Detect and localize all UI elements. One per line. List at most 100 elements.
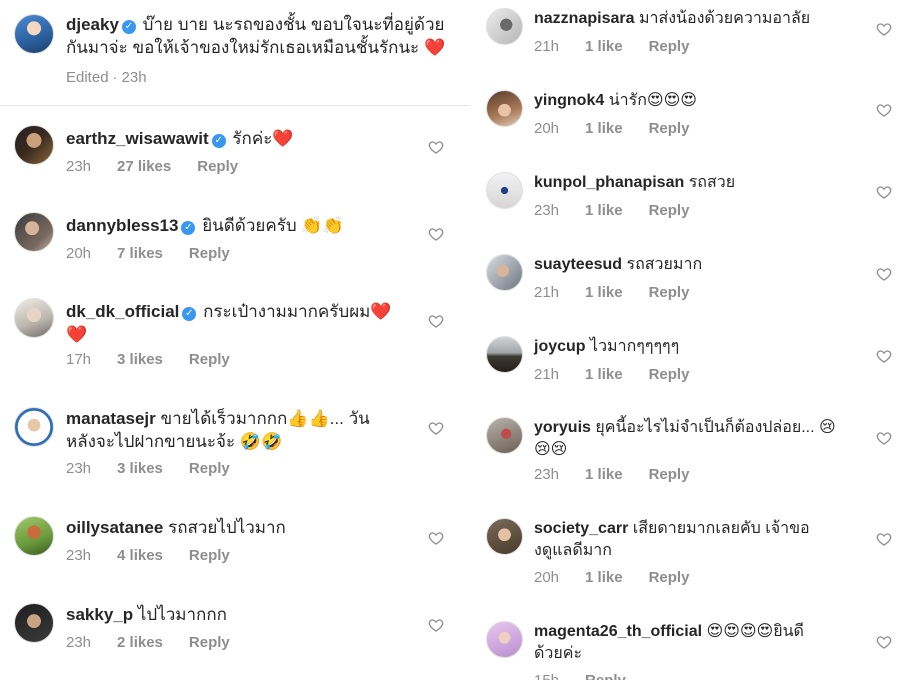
comment-username[interactable]: oillysatanee bbox=[66, 518, 163, 537]
comment-username[interactable]: earthz_wisawawit bbox=[66, 129, 209, 148]
avatar[interactable] bbox=[486, 518, 523, 555]
comment-meta: 23h 27 likes Reply bbox=[66, 158, 264, 175]
comment-username[interactable]: magenta26_th_official bbox=[534, 623, 702, 640]
comment-time: 23h bbox=[534, 202, 560, 219]
comment-username[interactable]: manatasejr bbox=[66, 409, 156, 428]
comment-text: magenta26_th_official 😍😍😍😍ยินดี ด้วยค่ะ bbox=[534, 621, 804, 665]
reply-button[interactable]: Reply bbox=[649, 569, 690, 586]
avatar[interactable] bbox=[14, 603, 54, 643]
comment-likes[interactable]: 1 like bbox=[585, 366, 623, 383]
caption-username[interactable]: djeaky bbox=[66, 15, 119, 34]
reply-button[interactable]: Reply bbox=[189, 460, 230, 477]
comment-likes[interactable]: 27 likes bbox=[117, 158, 171, 175]
heart-icon[interactable] bbox=[876, 634, 894, 652]
avatar[interactable] bbox=[14, 14, 54, 54]
comment-likes[interactable]: 1 like bbox=[585, 284, 623, 301]
verified-badge-icon: ✓ bbox=[181, 221, 196, 235]
comment-time: 21h bbox=[534, 38, 560, 55]
comment-username[interactable]: yoryuis bbox=[534, 419, 591, 436]
reply-button[interactable]: Reply bbox=[649, 202, 690, 219]
heart-icon[interactable] bbox=[428, 617, 446, 635]
comment-likes[interactable]: 3 likes bbox=[117, 460, 163, 477]
comment-likes[interactable]: 3 likes bbox=[117, 351, 163, 368]
avatar[interactable] bbox=[486, 417, 523, 454]
comment-body: ขายได้เร็วมากกก👍👍... วัน bbox=[160, 409, 370, 428]
heart-icon[interactable] bbox=[428, 530, 446, 548]
reply-button[interactable]: Reply bbox=[649, 284, 690, 301]
reply-button[interactable]: Reply bbox=[585, 672, 626, 680]
avatar[interactable] bbox=[486, 621, 523, 658]
comment-meta: 15h Reply bbox=[534, 672, 652, 680]
caption-text: djeaky ✓ บ๊าย บาย นะรถของชั้น ขอบใจนะที่อ… bbox=[66, 13, 445, 59]
comment-username[interactable]: society_carr bbox=[534, 520, 628, 537]
reply-button[interactable]: Reply bbox=[649, 466, 690, 483]
comment-username[interactable]: dk_dk_official bbox=[66, 302, 179, 321]
comment-text: manatasejr ขายได้เร็วมากกก👍👍... วัน หลัง… bbox=[66, 407, 370, 453]
avatar[interactable] bbox=[486, 336, 523, 373]
comments-column-right: nazznapisara มาส่งน้องด้วยความอาลัย 21h 1… bbox=[470, 0, 916, 680]
heart-icon[interactable] bbox=[876, 266, 894, 284]
comment-text: yoryuis ยุคนี้อะไรไม่จำเป็นก็ต้องปล่อย..… bbox=[534, 417, 836, 461]
avatar[interactable] bbox=[486, 172, 523, 209]
comment-username[interactable]: yingnok4 bbox=[534, 92, 604, 109]
heart-icon[interactable] bbox=[428, 313, 446, 331]
comment-likes[interactable]: 1 like bbox=[585, 466, 623, 483]
comment-username[interactable]: nazznapisara bbox=[534, 10, 634, 27]
comment-time: 23h bbox=[66, 547, 92, 564]
reply-button[interactable]: Reply bbox=[649, 366, 690, 383]
comment-body-line2: ❤️ bbox=[66, 325, 88, 344]
reply-button[interactable]: Reply bbox=[189, 245, 230, 262]
comment-body-line2: งดูแลดีมาก bbox=[534, 542, 612, 559]
comment-body: มาส่งน้องด้วยความอาลัย bbox=[638, 10, 811, 27]
heart-icon[interactable] bbox=[428, 420, 446, 438]
avatar[interactable] bbox=[14, 298, 54, 338]
comment-meta: 20h 1 like Reply bbox=[534, 120, 715, 137]
heart-icon[interactable] bbox=[876, 184, 894, 202]
comment-body: เสียดายมากเลยคับ เจ้าขอ bbox=[632, 520, 810, 537]
avatar[interactable] bbox=[486, 90, 523, 127]
reply-button[interactable]: Reply bbox=[649, 120, 690, 137]
comment-likes[interactable]: 1 like bbox=[585, 38, 623, 55]
heart-icon[interactable] bbox=[428, 139, 446, 157]
comment-meta: 17h 3 likes Reply bbox=[66, 351, 256, 368]
comment-text: dannybless13 ✓ ยินดีด้วยครับ 👏👏 bbox=[66, 214, 344, 237]
comment-username[interactable]: suayteesud bbox=[534, 256, 622, 273]
comment-likes[interactable]: 7 likes bbox=[117, 245, 163, 262]
reply-button[interactable]: Reply bbox=[189, 351, 230, 368]
comment-username[interactable]: sakky_p bbox=[66, 605, 133, 624]
edited-label: Edited bbox=[66, 69, 109, 86]
comment-likes[interactable]: 1 like bbox=[585, 202, 623, 219]
comment-meta: 21h 1 like Reply bbox=[534, 38, 715, 55]
comment-username[interactable]: kunpol_phanapisan bbox=[534, 174, 684, 191]
avatar[interactable] bbox=[486, 8, 523, 45]
comment-likes[interactable]: 1 like bbox=[585, 120, 623, 137]
avatar[interactable] bbox=[14, 125, 54, 165]
comment-username[interactable]: dannybless13 bbox=[66, 216, 178, 235]
reply-button[interactable]: Reply bbox=[197, 158, 238, 175]
heart-icon[interactable] bbox=[876, 21, 894, 39]
reply-button[interactable]: Reply bbox=[189, 634, 230, 651]
comment-text: earthz_wisawawit ✓ รักค่ะ❤️ bbox=[66, 127, 294, 150]
comment-likes[interactable]: 1 like bbox=[585, 569, 623, 586]
avatar[interactable] bbox=[14, 516, 54, 556]
heart-icon[interactable] bbox=[876, 102, 894, 120]
comment-text: suayteesud รถสวยมาก bbox=[534, 254, 702, 276]
reply-button[interactable]: Reply bbox=[649, 38, 690, 55]
avatar[interactable] bbox=[486, 254, 523, 291]
avatar[interactable] bbox=[14, 407, 54, 447]
heart-icon[interactable] bbox=[876, 348, 894, 366]
comment-meta: 23h 2 likes Reply bbox=[66, 634, 256, 651]
comment-body: รถสวยไปไวมาก bbox=[168, 518, 286, 537]
comment-likes[interactable]: 2 likes bbox=[117, 634, 163, 651]
heart-icon[interactable] bbox=[876, 430, 894, 448]
comment-likes[interactable]: 4 likes bbox=[117, 547, 163, 564]
comment-time: 17h bbox=[66, 351, 92, 368]
comment-body: น่ารัก😍😍😍 bbox=[608, 92, 697, 109]
comment-time: 23h bbox=[66, 634, 92, 651]
heart-icon[interactable] bbox=[428, 226, 446, 244]
comment-username[interactable]: joycup bbox=[534, 338, 586, 355]
reply-button[interactable]: Reply bbox=[189, 547, 230, 564]
heart-icon[interactable] bbox=[876, 531, 894, 549]
comment-body-line2: ด้วยค่ะ bbox=[534, 645, 583, 662]
avatar[interactable] bbox=[14, 212, 54, 252]
